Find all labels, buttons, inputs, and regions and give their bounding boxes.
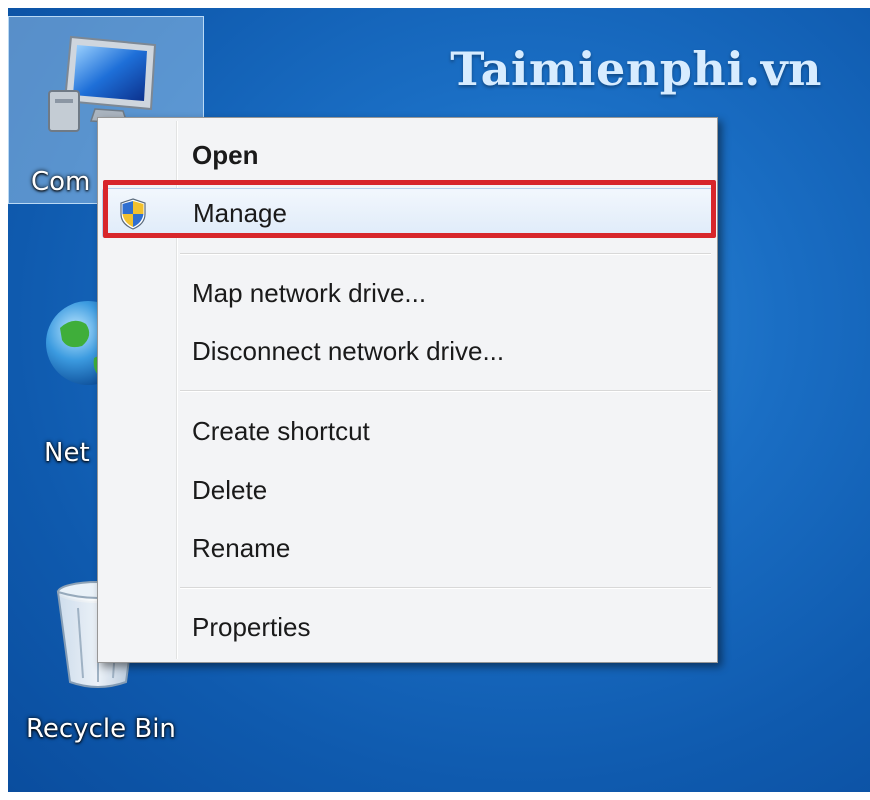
menu-item-delete[interactable]: Delete xyxy=(102,465,713,515)
desktop-icon-label: Recycle Bin xyxy=(26,714,176,744)
menu-item-properties[interactable]: Properties xyxy=(102,602,713,652)
menu-separator xyxy=(180,390,711,392)
menu-item-disconnect-network-drive[interactable]: Disconnect network drive... xyxy=(102,326,713,376)
menu-item-label: Rename xyxy=(192,532,291,563)
menu-item-open[interactable]: Open xyxy=(102,130,713,180)
highlight-box-manage xyxy=(103,180,716,238)
desktop-icon-label: Net xyxy=(44,438,90,468)
menu-item-label: Create shortcut xyxy=(192,415,370,446)
menu-item-label: Open xyxy=(192,139,259,170)
watermark: Taimienphi.vn xyxy=(450,42,822,96)
menu-item-rename[interactable]: Rename xyxy=(102,523,713,573)
menu-item-label: Properties xyxy=(192,611,311,642)
desktop-icon-label: Com xyxy=(31,167,91,197)
menu-item-label: Map network drive... xyxy=(192,277,427,308)
menu-item-label: Disconnect network drive... xyxy=(192,335,505,366)
menu-separator xyxy=(180,253,711,255)
menu-item-map-network-drive[interactable]: Map network drive... xyxy=(102,268,713,318)
menu-item-label: Delete xyxy=(192,474,268,505)
menu-separator xyxy=(180,587,711,589)
menu-item-create-shortcut[interactable]: Create shortcut xyxy=(102,406,713,456)
